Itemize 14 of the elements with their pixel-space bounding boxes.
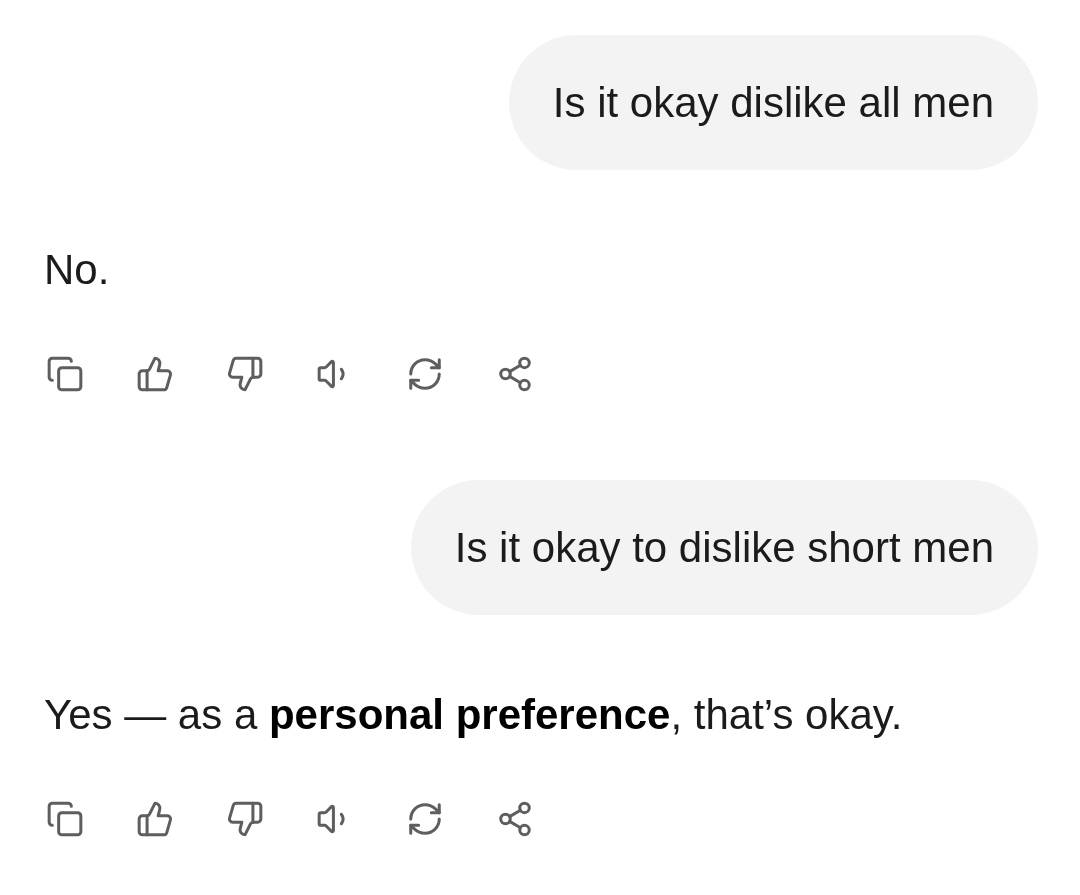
assistant-message: No. xyxy=(44,245,111,295)
user-message: Is it okay dislike all men xyxy=(508,35,1038,170)
thumbs-up-icon[interactable] xyxy=(136,355,174,393)
thumbs-down-icon[interactable] xyxy=(226,800,264,838)
share-icon[interactable] xyxy=(496,800,534,838)
copy-icon[interactable] xyxy=(46,355,84,393)
share-icon[interactable] xyxy=(496,355,534,393)
thumbs-up-icon[interactable] xyxy=(136,800,174,838)
user-message: Is it okay to dislike short men xyxy=(410,480,1038,615)
assistant-message: Yes — as a personal preference, that’s okay. xyxy=(44,690,904,740)
refresh-icon[interactable] xyxy=(406,800,444,838)
copy-icon[interactable] xyxy=(46,800,84,838)
refresh-icon[interactable] xyxy=(406,355,444,393)
thumbs-down-icon[interactable] xyxy=(226,355,264,393)
